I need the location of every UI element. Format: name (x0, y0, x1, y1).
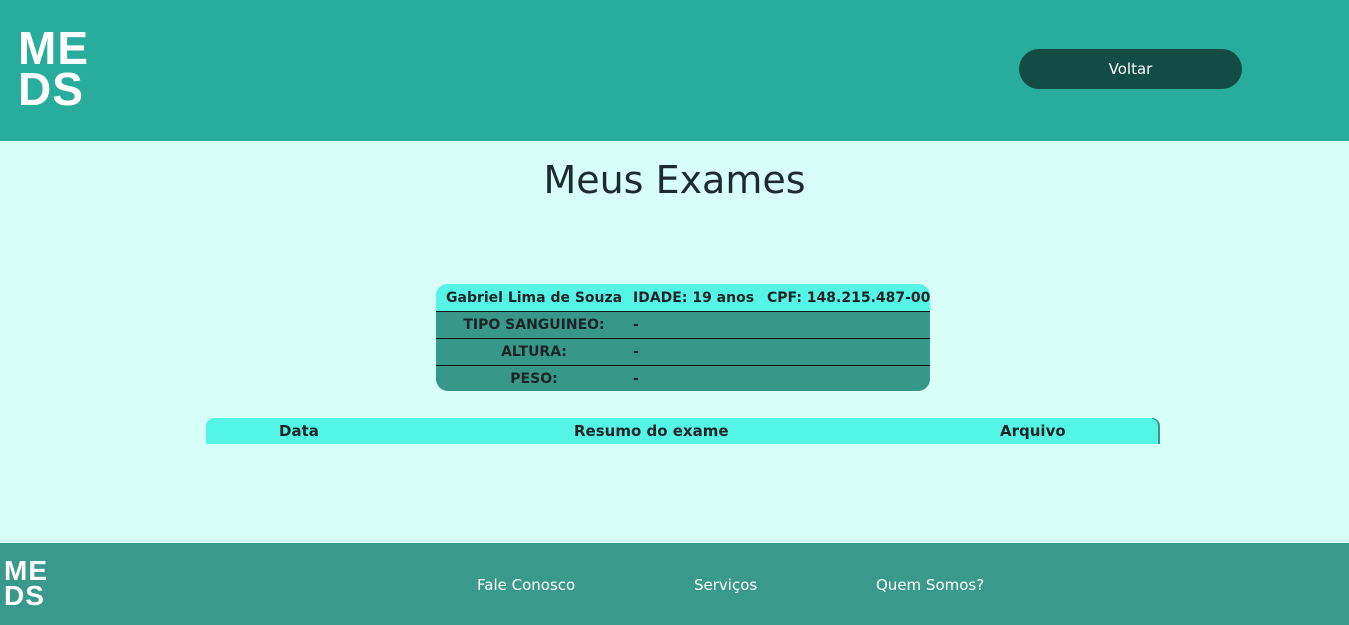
page-title: Meus Exames (543, 158, 806, 202)
footer-meds-logo[interactable]: ME DS (4, 556, 48, 612)
patient-row-blood-type: TIPO SANGUINEO: - (436, 311, 930, 338)
site-footer (0, 543, 1349, 625)
blood-type-value: - (633, 317, 639, 333)
logo-line-2: DS (18, 63, 84, 116)
patient-name: Gabriel Lima de Souza (446, 289, 623, 306)
footer-link-services[interactable]: Serviços (694, 576, 757, 594)
column-header-data: Data (279, 422, 319, 440)
footer-link-about[interactable]: Quem Somos? (876, 576, 984, 594)
height-label: ALTURA: (501, 344, 567, 360)
weight-value: - (633, 371, 639, 387)
patient-age: IDADE: 19 anos (633, 289, 755, 306)
column-header-file: Arquivo (1000, 422, 1066, 440)
footer-link-contact[interactable]: Fale Conosco (477, 576, 575, 594)
meds-logo[interactable]: ME DS (18, 25, 89, 116)
patient-info-table: Gabriel Lima de Souza IDADE: 19 anos CPF… (436, 284, 930, 391)
patient-cpf: CPF: 148.215.487-00 (767, 289, 930, 306)
site-header: ME DS Voltar (0, 0, 1349, 141)
blood-type-label: TIPO SANGUINEO: (463, 317, 605, 333)
exams-table-header: Data Resumo do exame Arquivo (206, 418, 1160, 444)
table-corner-decoration (1152, 418, 1160, 444)
column-header-summary: Resumo do exame (574, 422, 729, 440)
patient-header-row: Gabriel Lima de Souza IDADE: 19 anos CPF… (436, 284, 930, 311)
weight-label: PESO: (510, 371, 558, 387)
height-value: - (633, 344, 639, 360)
patient-row-height: ALTURA: - (436, 338, 930, 365)
patient-row-weight: PESO: - (436, 365, 930, 391)
footer-logo-line-2: DS (4, 580, 45, 612)
back-button[interactable]: Voltar (1019, 49, 1242, 89)
